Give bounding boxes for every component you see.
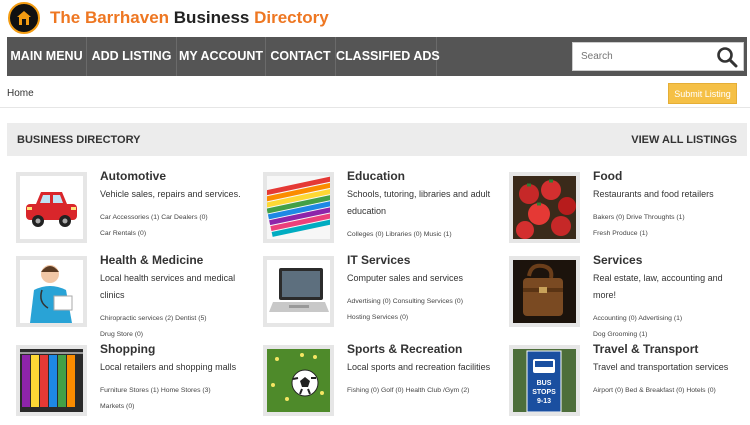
subcategory-list: Advertising (0) Consulting Services (0) … [347, 294, 497, 326]
bus-sign-line3: 9-13 [537, 398, 551, 405]
subcategory-link[interactable]: Advertising (1) [638, 315, 682, 322]
subcategory-list: Chiropractic services (2) Dentist (5) Dr… [100, 311, 250, 343]
subcategory-link[interactable]: Car Accessories (1) [100, 214, 159, 221]
subcategory-link[interactable]: Markets (0) [100, 403, 134, 410]
category-title[interactable]: Automotive [100, 169, 166, 183]
subcategory-list: Furniture Stores (1) Home Stores (3) Mar… [100, 383, 250, 415]
nav-contact[interactable]: CONTACT [266, 37, 336, 76]
tomatoes-icon[interactable] [509, 172, 580, 243]
site-title-part2: Business [173, 8, 250, 27]
category-description: Schools, tutoring, libraries and adult e… [347, 189, 491, 216]
category-it-services: IT Services Computer sales and services … [263, 253, 503, 336]
subcategory-link[interactable]: Fresh Produce (1) [593, 230, 648, 237]
subcategory-link[interactable]: Drug Store (0) [100, 331, 143, 338]
category-description: Local health services and medical clinic… [100, 273, 236, 300]
category-title[interactable]: Sports & Recreation [347, 342, 462, 356]
main-navbar: MAIN MENU ADD LISTING MY ACCOUNT CONTACT… [7, 37, 747, 76]
subcategory-link[interactable]: Airport (0) [593, 387, 623, 394]
site-title-part3: Directory [254, 8, 329, 27]
subcategory-link[interactable]: Chiropractic services (2) [100, 315, 173, 322]
category-title[interactable]: Health & Medicine [100, 253, 203, 267]
soccer-ball-icon[interactable] [263, 345, 334, 416]
category-description: Local retailers and shopping malls [100, 362, 237, 372]
search-input[interactable] [573, 43, 713, 70]
category-description: Local sports and recreation facilities [347, 362, 491, 372]
subcategory-link[interactable]: Drive Throughts (1) [626, 214, 684, 221]
category-education: Education Schools, tutoring, libraries a… [263, 169, 503, 252]
house-logo-icon[interactable] [8, 2, 40, 34]
subcategory-link[interactable]: Home Stores (3) [161, 387, 211, 394]
subcategory-list: Bakers (0) Drive Throughts (1) Fresh Pro… [593, 210, 743, 242]
nav-my-account[interactable]: MY ACCOUNT [177, 37, 266, 76]
nav-main-menu[interactable]: MAIN MENU [7, 37, 87, 76]
search-box [572, 42, 744, 71]
subcategory-list: Accounting (0) Advertising (1) Dog Groom… [593, 311, 743, 343]
category-title[interactable]: Education [347, 169, 405, 183]
site-title[interactable]: The Barrhaven Business Directory [50, 8, 329, 28]
site-title-part1: The Barrhaven [50, 8, 170, 27]
subcategory-link[interactable]: Consulting Services (0) [393, 298, 463, 305]
briefcase-icon[interactable] [509, 256, 580, 327]
category-title[interactable]: Food [593, 169, 622, 183]
category-title[interactable]: Travel & Transport [593, 342, 698, 356]
category-shopping: Shopping Local retailers and shopping ma… [16, 342, 256, 425]
bus-stop-icon[interactable]: BUS STOPS 9-13 [509, 345, 580, 416]
nurse-icon[interactable] [16, 256, 87, 327]
search-icon[interactable] [716, 46, 738, 68]
category-automotive: Automotive Vehicle sales, repairs and se… [16, 169, 256, 252]
subcategory-link[interactable]: Dog Grooming (1) [593, 331, 647, 338]
clothing-icon[interactable] [16, 345, 87, 416]
submit-listing-button[interactable]: Submit Listing [668, 83, 737, 104]
subcategory-link[interactable]: Golf (0) [381, 387, 404, 394]
category-title[interactable]: Services [593, 253, 642, 267]
subcategory-list: Car Accessories (1) Car Dealers (0) Car … [100, 210, 250, 242]
bus-sign-line2: STOPS [532, 389, 556, 396]
subcategory-link[interactable]: Dentist (5) [175, 315, 206, 322]
category-description: Restaurants and food retailers [593, 189, 714, 199]
category-services: Services Real estate, law, accounting an… [509, 253, 749, 338]
subcategory-link[interactable]: Bakers (0) [593, 214, 624, 221]
directory-title: BUSINESS DIRECTORY [17, 134, 141, 146]
category-title[interactable]: IT Services [347, 253, 410, 267]
subcategory-list: Airport (0) Bed & Breakfast (0) Hotels (… [593, 383, 743, 399]
nav-classified-ads[interactable]: CLASSIFIED ADS [336, 37, 440, 76]
subcategory-link[interactable]: Hotels (0) [686, 387, 715, 394]
category-description: Computer sales and services [347, 273, 464, 283]
subcategory-link[interactable]: Advertising (0) [347, 298, 391, 305]
category-sports-recreation: Sports & Recreation Local sports and rec… [263, 342, 503, 425]
category-food: Food Restaurants and food retailers Bake… [509, 169, 749, 252]
directory-header: BUSINESS DIRECTORY VIEW ALL LISTINGS [7, 123, 747, 156]
subcategory-link[interactable]: Health Club /Gym (2) [406, 387, 470, 394]
view-all-listings-link[interactable]: VIEW ALL LISTINGS [631, 134, 737, 146]
laptop-icon[interactable] [263, 256, 334, 327]
category-description: Real estate, law, accounting and more! [593, 273, 723, 300]
nav-add-listing[interactable]: ADD LISTING [87, 37, 177, 76]
subcategory-link[interactable]: Car Rentals (0) [100, 230, 146, 237]
subcategory-link[interactable]: Music (1) [424, 231, 452, 238]
category-description: Vehicle sales, repairs and services. [100, 189, 241, 199]
breadcrumb-home[interactable]: Home [7, 88, 34, 99]
category-title[interactable]: Shopping [100, 342, 155, 356]
category-travel-transport: BUS STOPS 9-13 Travel & Transport Travel… [509, 342, 749, 425]
subcategory-link[interactable]: Bed & Breakfast (0) [625, 387, 684, 394]
subcategory-link[interactable]: Colleges (0) [347, 231, 384, 238]
subcategory-list: Fishing (0) Golf (0) Health Club /Gym (2… [347, 383, 497, 399]
breadcrumb-bar: Home [0, 80, 750, 108]
pencils-icon[interactable] [263, 172, 334, 243]
subcategory-link[interactable]: Fishing (0) [347, 387, 379, 394]
subcategory-link[interactable]: Car Dealers (0) [161, 214, 207, 221]
category-description: Travel and transportation services [593, 362, 729, 372]
subcategory-list: Colleges (0) Libraries (0) Music (1) [347, 227, 497, 243]
header-logo-bar: The Barrhaven Business Directory [0, 0, 750, 37]
subcategory-link[interactable]: Hosting Services (0) [347, 314, 408, 321]
category-health-medicine: Health & Medicine Local health services … [16, 253, 256, 338]
subcategory-link[interactable]: Furniture Stores (1) [100, 387, 159, 394]
bus-sign-line1: BUS [537, 380, 552, 387]
car-icon[interactable] [16, 172, 87, 243]
subcategory-link[interactable]: Accounting (0) [593, 315, 637, 322]
subcategory-link[interactable]: Libraries (0) [386, 231, 422, 238]
